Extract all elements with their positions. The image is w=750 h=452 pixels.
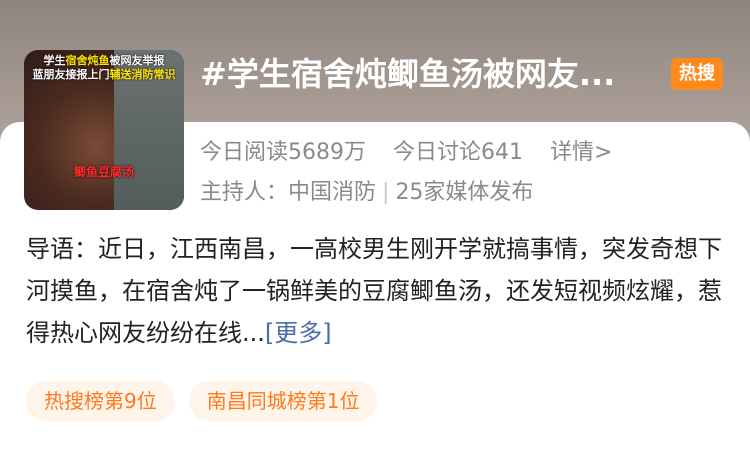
host-label[interactable]: 主持人：中国消防 [200,180,376,205]
thumbnail-caption-line1b: 被网友举报 [109,54,165,67]
topic-title[interactable]: #学生宿舍炖鲫鱼汤被网友... [200,52,660,96]
more-link[interactable]: [更多] [265,319,332,347]
rank-tags: 热搜榜第9位 南昌同城榜第1位 [26,381,378,421]
details-link[interactable]: 详情> [550,140,612,165]
discuss-count: 今日讨论641 [393,140,523,165]
hot-search-badge: 热搜 [671,58,723,90]
thumbnail-caption-line1a: 学生 [43,54,66,67]
host-separator: | [382,180,390,205]
topic-intro: 导语：近日，江西南昌，一高校男生刚开学就搞事情，突发奇想下河摸鱼，在宿舍炖了一锅… [26,228,726,354]
read-count: 今日阅读5689万 [200,140,366,165]
city-rank-tag[interactable]: 南昌同城榜第1位 [188,381,378,421]
topic-stats: 今日阅读5689万 今日讨论641 详情> [200,138,632,168]
hot-rank-tag[interactable]: 热搜榜第9位 [26,381,175,421]
thumbnail-caption: 学生宿舍炖鱼被网友举报 蓝朋友接报上门辅送消防常识 [24,54,184,82]
intro-text: 导语：近日，江西南昌，一高校男生刚开学就搞事情，突发奇想下河摸鱼，在宿舍炖了一锅… [26,235,722,347]
thumbnail-caption-line2-highlight: 辅送消防常识 [109,68,176,81]
media-count[interactable]: 25家媒体发布 [395,180,533,205]
thumbnail-caption-line1-highlight: 宿舍炖鱼 [65,54,110,67]
host-info: 主持人：中国消防 | 25家媒体发布 [200,178,533,208]
topic-thumbnail[interactable]: 学生宿舍炖鱼被网友举报 蓝朋友接报上门辅送消防常识 鲫鱼豆腐汤 [24,50,184,210]
thumbnail-subtitle: 鲫鱼豆腐汤 [73,165,134,179]
thumbnail-caption-line2a: 蓝朋友接报上门 [32,68,110,81]
